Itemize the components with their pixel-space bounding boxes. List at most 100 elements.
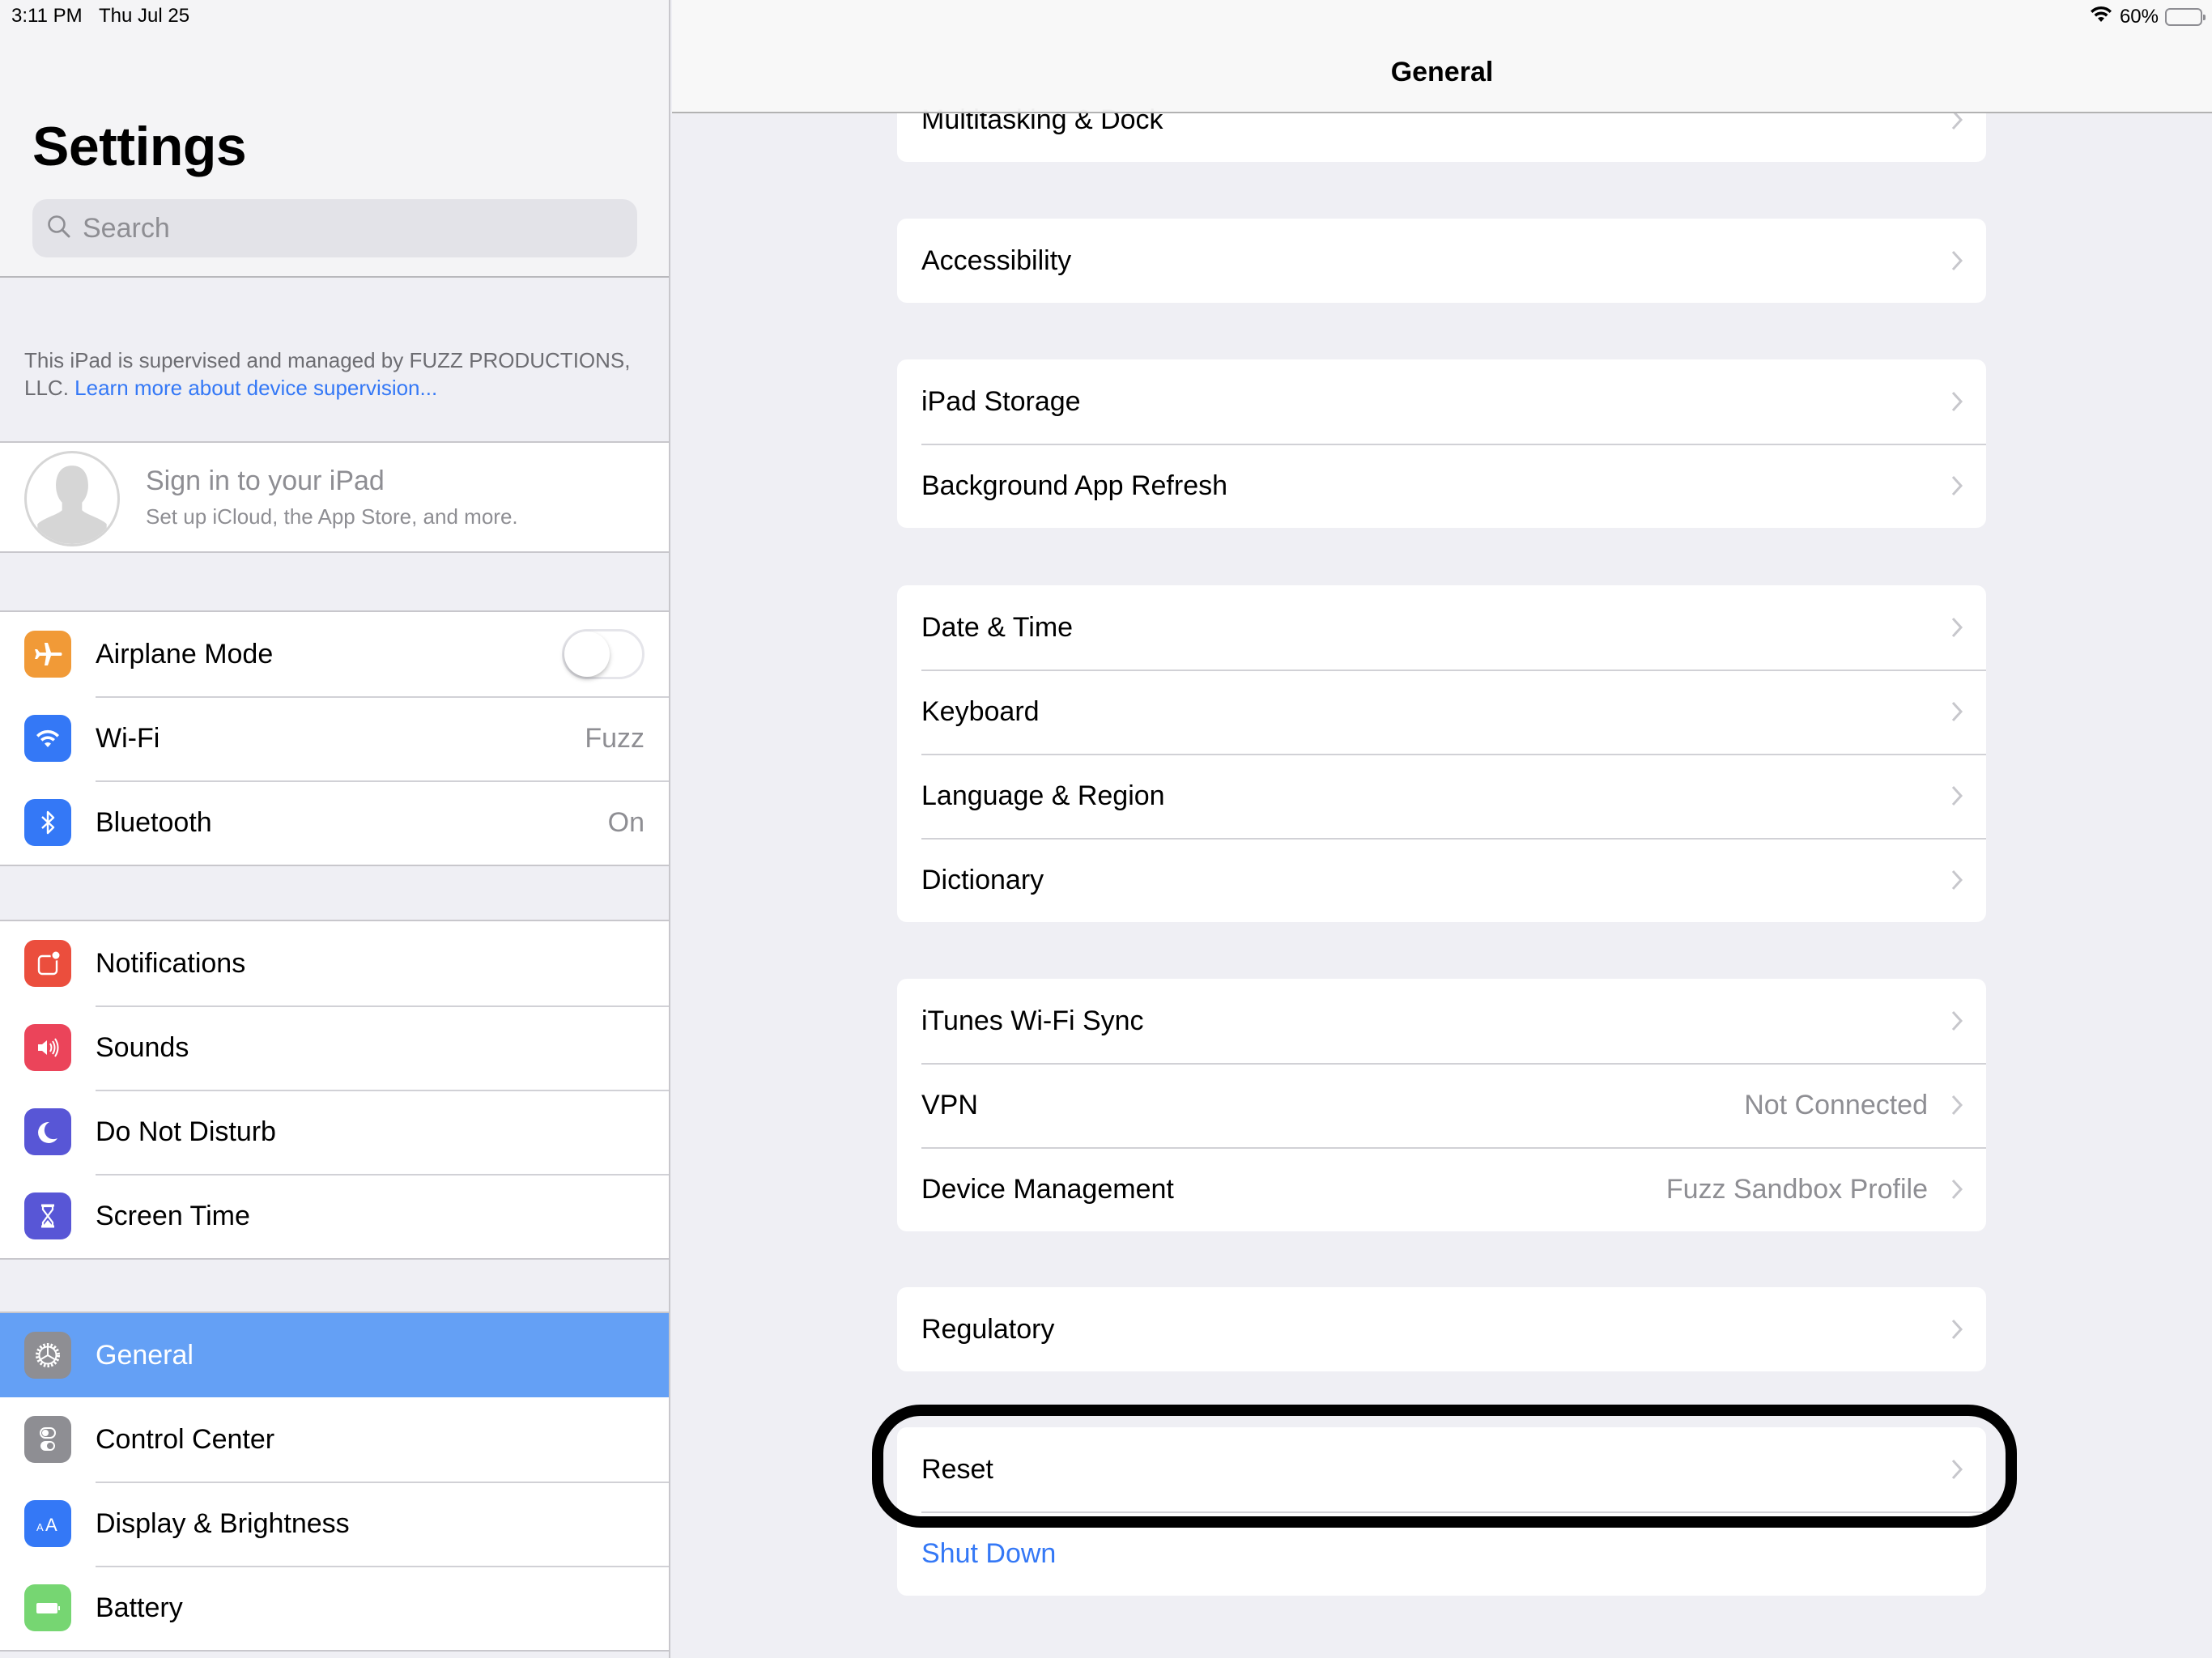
item-label: Dictionary [921,864,1044,895]
sidebar-item-label: General [96,1339,194,1371]
chevron-right-icon [1951,1010,1963,1031]
item-label: Language & Region [921,780,1165,811]
item-label: Keyboard [921,695,1040,727]
sign-in-title: Sign in to your iPad [146,466,385,496]
switches-icon [24,1416,71,1463]
svg-text:A: A [36,1521,44,1533]
general-item-language-region[interactable]: Language & Region [897,754,1986,838]
chevron-right-icon [1951,785,1963,806]
sidebar-item-general[interactable]: General [0,1313,669,1397]
general-item-dictionary[interactable]: Dictionary [897,838,1986,922]
general-item-background-app-refresh[interactable]: Background App Refresh [897,444,1986,528]
search-field[interactable] [32,199,637,257]
battery-percent: 60% [2119,5,2159,28]
sidebar-group-notifications: Notifications Sounds Do Not Disturb Scre… [0,920,669,1260]
supervision-learn-more-link[interactable]: Learn more about device supervision... [74,376,437,400]
sidebar-item-label: Airplane Mode [96,638,274,670]
sidebar-group-system: General Control Center AA Display & Brig… [0,1312,669,1652]
search-icon [45,213,73,244]
wifi-icon [2089,5,2113,28]
general-item-ipad-storage[interactable]: iPad Storage [897,359,1986,444]
chevron-right-icon [1951,617,1963,638]
chevron-right-icon [1951,475,1963,496]
avatar [24,451,120,546]
detail-group-regulatory: Regulatory [897,1287,1986,1371]
chevron-right-icon [1951,869,1963,891]
sidebar-group-connectivity: Airplane Mode Wi-Fi Fuzz Bluetooth On [0,610,669,866]
search-input[interactable] [83,212,609,244]
item-label: Reset [921,1453,993,1485]
general-item-regulatory[interactable]: Regulatory [897,1287,1986,1371]
general-item-date-time[interactable]: Date & Time [897,585,1986,670]
general-item-vpn[interactable]: VPN Not Connected [897,1063,1986,1147]
wifi-network-value: Fuzz [585,722,644,754]
sidebar-item-label: Sounds [96,1031,189,1063]
sidebar-item-label: Battery [96,1592,183,1623]
hourglass-icon [24,1192,71,1239]
airplane-icon [24,631,71,678]
detail-title: General [1390,57,1494,87]
sidebar: Settings This iPad is supervised and man… [0,0,670,1658]
speaker-icon [24,1024,71,1071]
chevron-right-icon [1951,1179,1963,1200]
item-label: Background App Refresh [921,470,1228,501]
bluetooth-status-value: On [607,806,644,838]
item-label: iTunes Wi-Fi Sync [921,1005,1144,1036]
sidebar-item-label: Do Not Disturb [96,1116,276,1147]
chevron-right-icon [1951,701,1963,722]
device-management-value: Fuzz Sandbox Profile [1665,1173,1928,1205]
general-item-reset[interactable]: Reset [897,1427,1986,1511]
item-label: Accessibility [921,244,1072,276]
status-date: Thu Jul 25 [99,5,190,27]
general-item-keyboard[interactable]: Keyboard [897,670,1986,754]
sign-in-subtitle: Set up iCloud, the App Store, and more. [146,504,518,529]
general-item-device-management[interactable]: Device Management Fuzz Sandbox Profile [897,1147,1986,1231]
sign-in-row[interactable]: Sign in to your iPad Set up iCloud, the … [0,441,669,553]
sidebar-item-airplane-mode[interactable]: Airplane Mode [0,612,669,696]
item-label: iPad Storage [921,385,1081,417]
notifications-icon [24,940,71,987]
detail-group-locale: Date & Time Keyboard Language & Region D… [897,585,1986,922]
gear-icon [24,1332,71,1379]
detail-group-sync: iTunes Wi-Fi Sync VPN Not Connected Devi… [897,979,1986,1231]
vpn-status-value: Not Connected [1744,1089,1928,1120]
sidebar-item-label: Control Center [96,1423,275,1455]
general-item-shut-down[interactable]: Shut Down [897,1511,1986,1596]
status-bar: 3:11 PM Thu Jul 25 60% [0,0,2212,32]
general-item-itunes-wifi-sync[interactable]: iTunes Wi-Fi Sync [897,979,1986,1063]
detail-group-accessibility: Accessibility [897,219,1986,303]
sidebar-item-wifi[interactable]: Wi-Fi Fuzz [0,696,669,780]
sidebar-item-do-not-disturb[interactable]: Do Not Disturb [0,1090,669,1174]
sidebar-item-battery[interactable]: Battery [0,1566,669,1650]
sidebar-item-control-center[interactable]: Control Center [0,1397,669,1482]
svg-text:A: A [45,1515,57,1535]
detail-group-reset: Reset Shut Down [897,1427,1986,1596]
airplane-mode-toggle[interactable] [562,629,644,679]
sidebar-item-label: Wi-Fi [96,722,160,754]
sidebar-item-label: Bluetooth [96,806,212,838]
bluetooth-icon [24,799,71,846]
detail-group-storage: iPad Storage Background App Refresh [897,359,1986,528]
status-time: 3:11 PM [11,5,83,27]
shut-down-button[interactable]: Shut Down [921,1538,1056,1570]
sidebar-item-display-brightness[interactable]: AA Display & Brightness [0,1482,669,1566]
general-item-accessibility[interactable]: Accessibility [897,219,1986,303]
item-label: Device Management [921,1173,1174,1205]
chevron-right-icon [1951,250,1963,271]
sidebar-item-label: Notifications [96,947,246,979]
chevron-right-icon [1951,1095,1963,1116]
moon-icon [24,1108,71,1155]
sidebar-item-bluetooth[interactable]: Bluetooth On [0,780,669,865]
supervision-notice: This iPad is supervised and managed by F… [24,346,656,402]
chevron-right-icon [1951,1459,1963,1480]
sidebar-item-sounds[interactable]: Sounds [0,1005,669,1090]
battery-icon [24,1584,71,1631]
item-label: Date & Time [921,611,1074,643]
sidebar-item-label: Screen Time [96,1200,250,1231]
sidebar-item-notifications[interactable]: Notifications [0,921,669,1005]
sidebar-item-screen-time[interactable]: Screen Time [0,1174,669,1258]
sidebar-header: Settings [0,0,669,278]
toggle-knob [564,631,610,677]
battery-indicator-icon [2165,7,2206,26]
text-size-icon: AA [24,1500,71,1547]
